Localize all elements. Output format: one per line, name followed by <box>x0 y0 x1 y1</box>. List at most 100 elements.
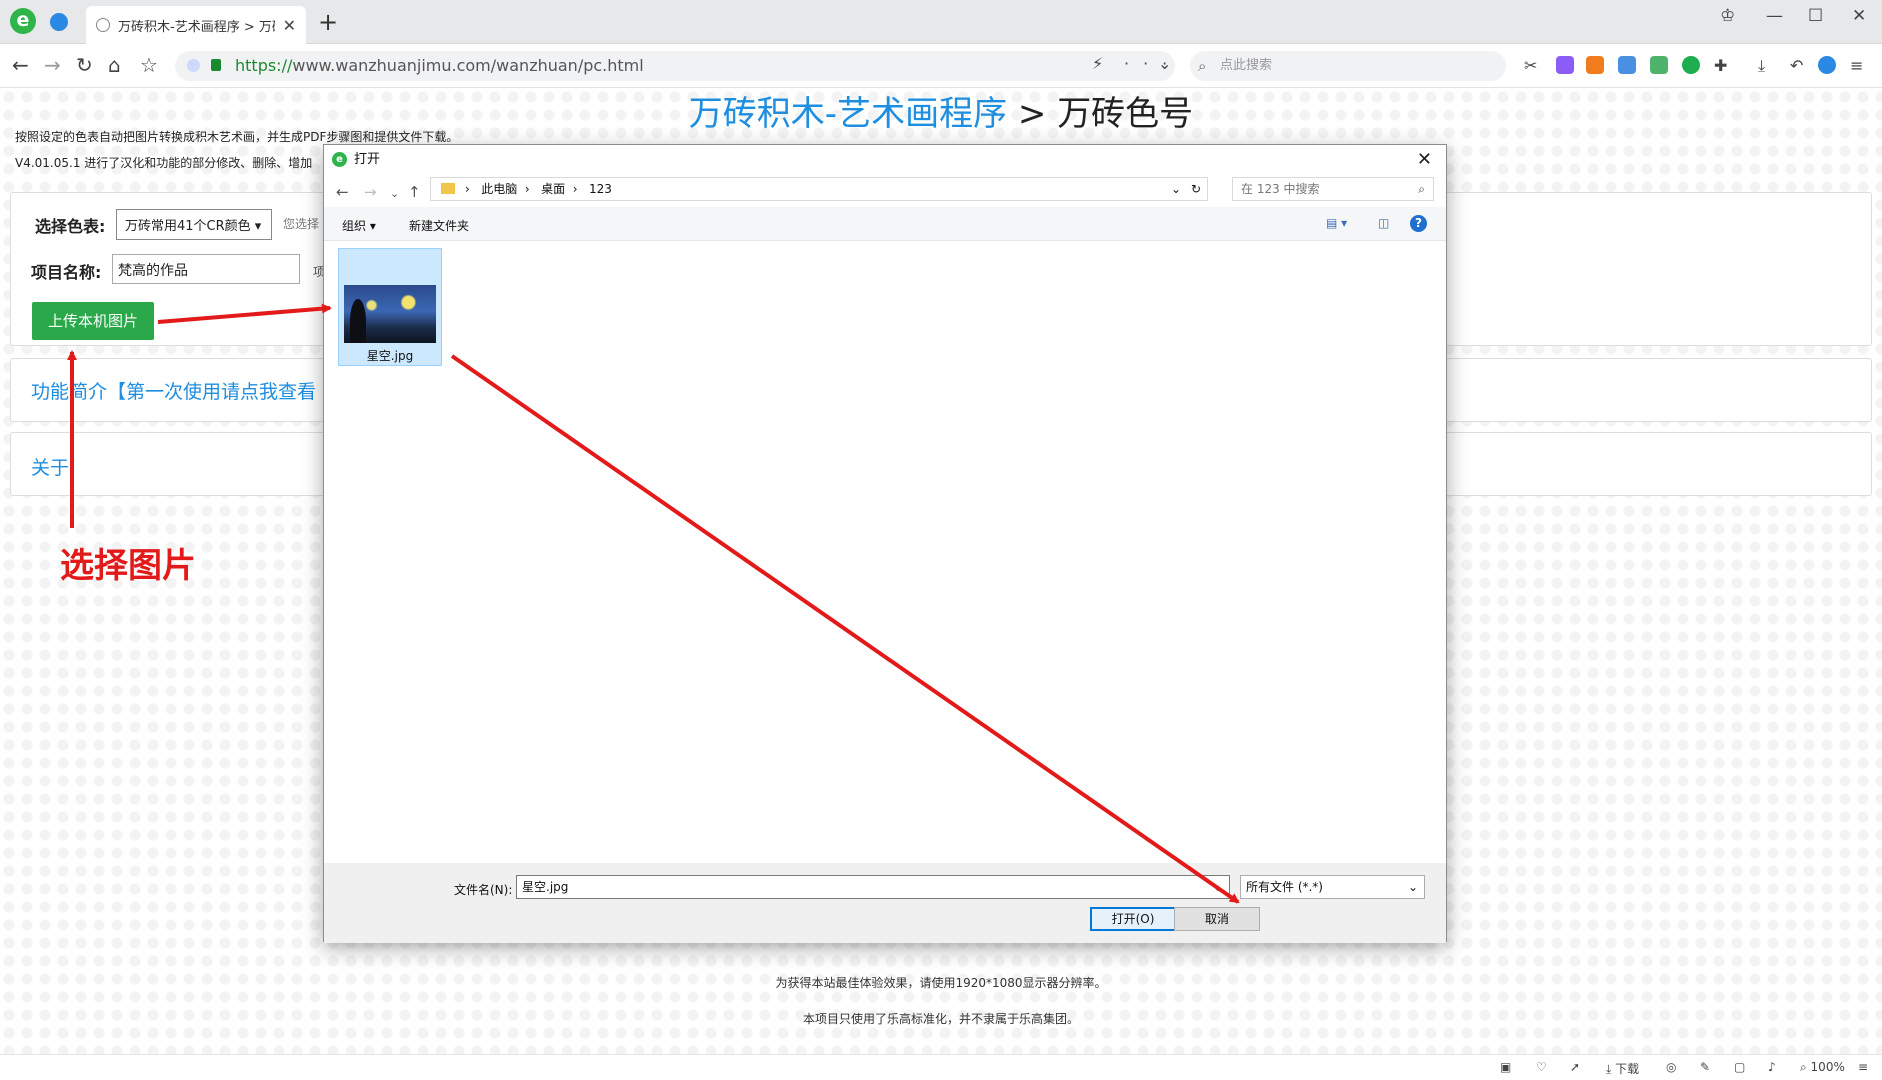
cancel-button[interactable]: 取消 <box>1174 907 1260 931</box>
dialog-search-placeholder: 在 123 中搜索 <box>1241 182 1320 196</box>
open-button[interactable]: 打开(O) <box>1090 907 1176 931</box>
dialog-up-icon[interactable]: ↑ <box>408 183 421 201</box>
globe-icon <box>96 18 110 32</box>
filename-label: 文件名(N): <box>454 883 513 897</box>
palette-select[interactable]: 万砖常用41个CR颜色 ▾ <box>116 209 272 240</box>
reload-icon[interactable]: ↻ <box>76 54 93 76</box>
about-link[interactable]: 关于 <box>31 453 69 480</box>
download-assist-icon[interactable] <box>1682 56 1700 74</box>
window-icon[interactable]: ▢ <box>1734 1060 1745 1074</box>
palette-label: 选择色表: <box>35 217 106 236</box>
dialog-title: 打开 <box>354 152 381 167</box>
dialog-breadcrumb[interactable]: › 此电脑 › 桌面 › 123 ⌄ ↻ <box>430 177 1208 201</box>
crumb-this-pc[interactable]: 此电脑 <box>481 182 517 196</box>
undo-icon[interactable]: ↶ <box>1790 56 1808 75</box>
browser-icon[interactable] <box>1818 56 1836 74</box>
heart-icon[interactable]: ♡ <box>1536 1060 1547 1074</box>
url-text: www.wanzhuanjimu.com/wanzhuan/pc.html <box>292 56 644 75</box>
skin-icon[interactable]: ♔ <box>1720 6 1735 26</box>
extension-icon[interactable] <box>1650 56 1668 74</box>
project-name-input[interactable]: 梵高的作品 <box>112 254 300 284</box>
scissors-icon[interactable]: ✂ <box>1524 56 1542 75</box>
maximize-icon[interactable]: ☐ <box>1808 6 1823 26</box>
close-tab-icon[interactable]: ✕ <box>283 16 296 35</box>
status-download-icon[interactable]: ⤓ 下载 <box>1606 1060 1639 1077</box>
palette-select-value: 万砖常用41个CR颜色 <box>125 219 251 234</box>
puzzle-icon[interactable]: ✚ <box>1714 56 1732 75</box>
sound-icon[interactable]: ♪ <box>1768 1060 1776 1074</box>
download-icon[interactable]: ⤓ <box>1758 56 1776 75</box>
open-file-dialog: e 打开 ✕ ← → ⌄ ↑ › 此电脑 › 桌面 › 123 ⌄ ↻ 在 12… <box>323 144 1447 943</box>
forward-icon[interactable]: → <box>44 54 61 76</box>
page-version-note: V4.01.05.1 进行了汉化和功能的部分修改、删除、增加 <box>15 156 313 170</box>
close-window-icon[interactable]: ✕ <box>1852 6 1866 26</box>
favorites-icon[interactable]: ☆ <box>140 54 158 76</box>
cookie-icon[interactable]: ◎ <box>1666 1060 1676 1074</box>
status-download-label: 下载 <box>1615 1062 1640 1076</box>
intro-link[interactable]: 功能简介【第一次使用请点我查看 <box>31 377 316 404</box>
dialog-forward-icon[interactable]: → <box>364 183 377 201</box>
filetype-select[interactable]: 所有文件 (*.*) ⌄ <box>1240 875 1425 899</box>
dialog-search-input[interactable]: 在 123 中搜索 ⌕ <box>1232 177 1434 201</box>
page-title-sub[interactable]: 万砖色号 <box>1057 94 1193 134</box>
dialog-bottom-bar: 文件名(N): 星空.jpg ⌄ 所有文件 (*.*) ⌄ 打开(O) 取消 <box>324 863 1446 943</box>
shield-icon <box>187 59 200 72</box>
home-icon[interactable]: ⌂ <box>108 54 121 76</box>
zoom-control[interactable]: ⌕ 100% <box>1800 1060 1845 1075</box>
search-input[interactable]: ⌕ 点此搜索 <box>1190 51 1506 81</box>
footer-disclaimer: 本项目只使用了乐高标准化，并不隶属于乐高集团。 <box>802 1012 1079 1026</box>
filetype-value: 所有文件 (*.*) <box>1246 880 1323 894</box>
new-folder-button[interactable]: 新建文件夹 <box>409 217 469 234</box>
folder-icon <box>441 183 455 194</box>
dialog-search-icon: ⌕ <box>1418 182 1425 196</box>
browser-tab[interactable]: 万砖积木-艺术画程序 > 万砖色 ✕ <box>86 6 306 44</box>
crumb-folder[interactable]: 123 <box>589 182 612 196</box>
upload-image-button[interactable]: 上传本机图片 <box>32 302 154 340</box>
browser-logo-icon[interactable]: e <box>10 8 36 34</box>
edit-icon[interactable]: ✎ <box>1700 1060 1710 1074</box>
translate-icon[interactable] <box>1556 56 1574 74</box>
project-name-label: 项目名称: <box>31 263 102 282</box>
search-icon: ⌕ <box>1198 57 1207 75</box>
filename-input[interactable]: 星空.jpg ⌄ <box>516 875 1230 899</box>
minimize-icon[interactable]: — <box>1766 6 1783 26</box>
view-options-icon[interactable]: ▤ ▾ <box>1326 216 1347 230</box>
dialog-recent-icon[interactable]: ⌄ <box>390 187 399 200</box>
apps-icon[interactable] <box>1618 56 1636 74</box>
breadcrumb-refresh-icon[interactable]: ↻ <box>1191 178 1201 200</box>
preview-pane-icon[interactable]: ◫ <box>1378 216 1389 230</box>
back-icon[interactable]: ← <box>12 54 29 76</box>
file-item[interactable]: 星空.jpg <box>338 248 442 366</box>
lock-icon <box>211 59 221 71</box>
file-thumbnail <box>344 285 436 343</box>
tab-title: 万砖积木-艺术画程序 > 万砖色 <box>118 19 275 35</box>
footer-resolution-note: 为获得本站最佳体验效果，请使用1920*1080显示器分辨率。 <box>775 976 1107 990</box>
url-field[interactable]: https://www.wanzhuanjimu.com/wanzhuan/pc… <box>175 51 1175 81</box>
status-menu-icon[interactable]: ≡ <box>1858 1060 1868 1074</box>
image-icon[interactable]: ▣ <box>1500 1060 1511 1074</box>
tab-bar: e 万砖积木-艺术画程序 > 万砖色 ✕ + ♔ — ☐ ✕ <box>0 0 1882 44</box>
palette-hint: 您选择 <box>283 217 320 231</box>
lightning-icon[interactable]: ⚡ <box>1092 54 1117 73</box>
filetype-dropdown-icon[interactable]: ⌄ <box>1408 876 1418 898</box>
telegram-icon[interactable] <box>50 13 68 31</box>
new-tab-icon[interactable]: + <box>318 8 338 36</box>
dialog-close-icon[interactable]: ✕ <box>1417 149 1432 170</box>
rocket-icon[interactable]: ➚ <box>1570 1060 1580 1074</box>
filename-input-value: 星空.jpg <box>522 880 569 894</box>
dialog-titlebar[interactable]: e 打开 <box>324 145 1446 175</box>
dialog-back-icon[interactable]: ← <box>336 183 349 201</box>
dialog-app-icon: e <box>332 152 347 167</box>
chevron-down-icon[interactable]: ⌄ <box>1158 54 1185 73</box>
organize-menu[interactable]: 组织 ▾ <box>342 217 376 234</box>
crumb-desktop[interactable]: 桌面 <box>541 182 565 196</box>
page-title-main[interactable]: 万砖积木-艺术画程序 <box>689 94 1007 134</box>
address-bar: ← → ↻ ⌂ ☆ https://www.wanzhuanjimu.com/w… <box>0 44 1882 88</box>
filename-dropdown-icon[interactable]: ⌄ <box>1213 876 1223 898</box>
menu-icon[interactable]: ≡ <box>1850 56 1868 75</box>
breadcrumb-dropdown-icon[interactable]: ⌄ <box>1171 178 1181 200</box>
annotation-select-image: 选择图片 <box>60 546 196 586</box>
help-icon[interactable]: ? <box>1410 215 1427 232</box>
game-icon[interactable] <box>1586 56 1604 74</box>
zoom-level: 100% <box>1810 1060 1845 1074</box>
